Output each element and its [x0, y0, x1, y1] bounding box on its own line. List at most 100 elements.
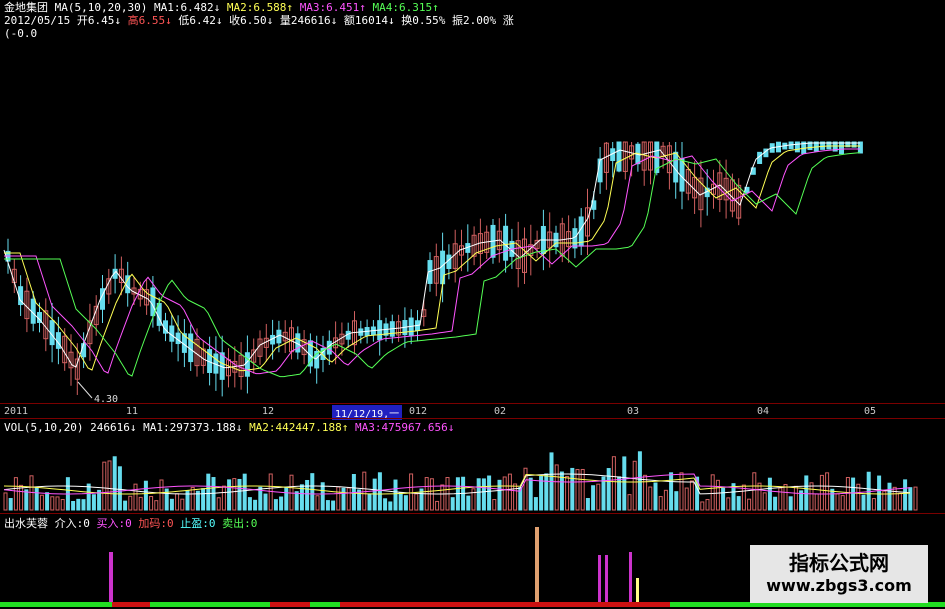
volume-bar	[892, 486, 897, 511]
volume-bar	[81, 499, 86, 511]
volume-bar	[346, 487, 351, 511]
volume-bar	[149, 495, 154, 511]
volume-bar	[71, 500, 76, 511]
volume-bar	[34, 487, 39, 511]
site-watermark: 指标公式网 www.zbgs3.com	[750, 545, 928, 603]
volume-bar	[377, 472, 382, 511]
trend-state-strip	[340, 602, 670, 607]
volume-bar	[539, 476, 544, 511]
volume-header: VOL(5,10,20) 246616↓ MA1:297373.188↓ MA2…	[4, 421, 454, 434]
date-label-03: 03	[627, 406, 640, 417]
volume-bar	[253, 499, 258, 511]
volume-bar	[362, 471, 367, 511]
trend-state-strip	[0, 602, 112, 607]
trend-state-strip	[270, 602, 310, 607]
indicator-sell: 卖出:0	[222, 517, 258, 530]
trend-state-strip	[150, 602, 270, 607]
candle-body	[794, 141, 800, 153]
volume-bar	[112, 456, 117, 511]
volume-bar	[715, 479, 720, 511]
volume-bar	[700, 501, 705, 511]
volume-bar	[247, 497, 252, 511]
volume-bar	[674, 491, 679, 511]
high-value: 高6.55↓	[127, 14, 172, 27]
open-value: 开6.45↓	[76, 14, 121, 27]
volume-bar	[580, 468, 585, 511]
volume-bar	[466, 495, 471, 511]
volume-bar	[528, 477, 533, 511]
volume-value: 量246616↓	[279, 14, 338, 27]
volume-bar	[263, 493, 268, 511]
volume-bar	[773, 496, 778, 511]
volume-bar	[175, 493, 180, 511]
volume-bar	[403, 495, 408, 511]
volume-bar	[710, 474, 715, 511]
date-label-012: 012	[409, 406, 428, 417]
date-label-2011: 2011	[4, 406, 29, 417]
signal-bar-buy	[598, 555, 601, 602]
vol-value: 246616↓	[90, 421, 137, 434]
volume-bar	[190, 486, 195, 511]
volume-bar	[492, 499, 497, 511]
low-marker-line	[77, 381, 93, 399]
volume-bar	[762, 492, 767, 511]
volume-bar	[331, 500, 336, 511]
volume-bar	[305, 479, 310, 511]
watermark-title: 指标公式网	[789, 551, 889, 575]
volume-bar	[279, 496, 284, 511]
candle-body	[244, 352, 250, 377]
date-label-11: 11	[126, 406, 139, 417]
volume-bar	[388, 501, 393, 511]
volume-bar	[497, 479, 502, 511]
volume-bar	[367, 493, 372, 511]
date-label-05: 05	[864, 406, 877, 417]
volume-bar	[19, 484, 24, 511]
volume-bar	[611, 456, 616, 511]
volume-bar	[658, 496, 663, 511]
volume-bar	[871, 498, 876, 511]
volume-bar	[180, 498, 185, 511]
volume-bar	[627, 494, 632, 511]
indicator-header: 出水芙蓉 介入:0 买入:0 加码:0 止盈:0 卖出:0	[4, 515, 257, 531]
volume-bar	[435, 500, 440, 511]
vol-ma2: MA2:442447.188↑	[249, 421, 349, 434]
low-value: 低6.42↓	[178, 14, 223, 27]
volume-bar	[585, 498, 590, 511]
volume-bar	[596, 483, 601, 511]
volume-bar	[653, 482, 658, 511]
volume-bar	[3, 492, 8, 511]
volume-bar	[648, 486, 653, 511]
signal-bar-stop	[636, 578, 639, 602]
volume-bar	[840, 495, 845, 511]
vol-label: VOL(5,10,20)	[4, 421, 84, 434]
volume-bar	[591, 485, 596, 511]
volume-bar	[487, 475, 492, 511]
volume-bar	[310, 473, 315, 511]
volume-bar	[398, 492, 403, 511]
volume-bar	[232, 478, 237, 511]
quote-info-panel: 金地集团 MA(5,10,20,30) MA1:6.482↓ MA2:6.588…	[0, 0, 533, 40]
candle-body	[597, 158, 603, 183]
watermark-url: www.zbgs3.com	[766, 576, 912, 595]
volume-bar	[138, 496, 143, 511]
volume-bar	[736, 496, 741, 511]
volume-bar	[143, 480, 148, 511]
volume-bar	[50, 496, 55, 511]
ma3-value: MA3:6.451↑	[299, 1, 366, 14]
indicator-stop: 止盈:0	[180, 517, 216, 530]
volume-bar	[705, 499, 710, 511]
volume-bar	[752, 472, 757, 511]
turnover-value: 换0.55%	[401, 14, 446, 27]
volume-bar	[835, 493, 840, 511]
volume-bar	[575, 469, 580, 511]
date-value: 2012/05/15	[4, 14, 71, 27]
indicator-buy: 买入:0	[96, 517, 132, 530]
volume-bar	[86, 483, 91, 511]
volume-bar	[767, 477, 772, 511]
volume-bar	[128, 495, 133, 511]
volume-bar	[570, 467, 575, 511]
volume-bar	[809, 482, 814, 511]
volume-bar	[819, 474, 824, 511]
volume-bar	[669, 472, 674, 511]
volume-bar	[643, 474, 648, 511]
